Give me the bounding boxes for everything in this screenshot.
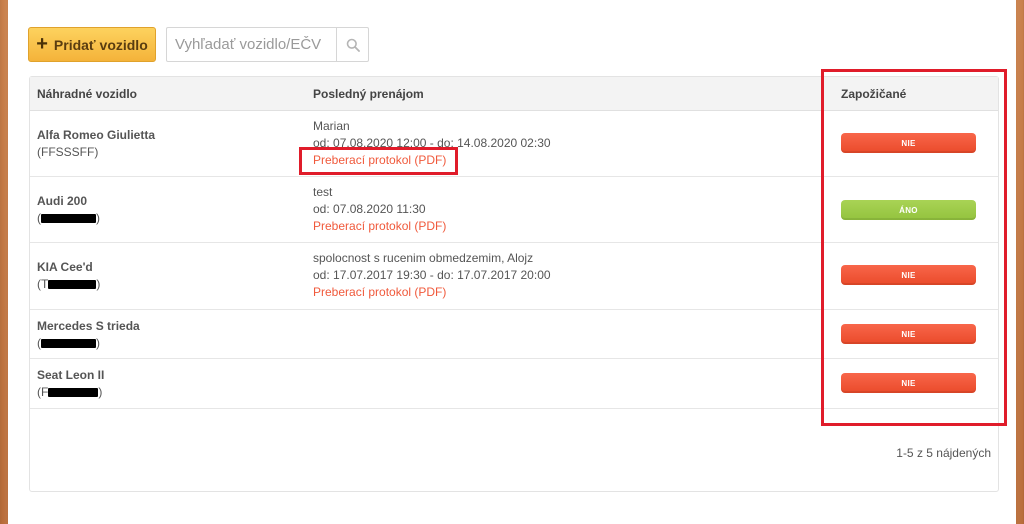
vehicle-plate: (F)	[37, 384, 104, 401]
vehicle-name[interactable]: Mercedes S trieda	[37, 318, 140, 335]
rental-person: test	[313, 185, 333, 199]
redacted-plate	[41, 214, 96, 224]
vehicle-cell: Mercedes S trieda ()	[37, 318, 140, 352]
vehicle-cell: Seat Leon II (F)	[37, 367, 104, 401]
plate-prefix: (F	[37, 385, 49, 399]
search-input[interactable]	[167, 28, 336, 61]
vehicle-cell: KIA Cee'd (T)	[37, 259, 100, 293]
vehicle-name[interactable]: Alfa Romeo Giulietta	[37, 127, 155, 144]
pagination-summary: 1-5 z 5 nájdených	[896, 446, 991, 460]
rental-dates: od: 07.08.2020 11:30	[313, 202, 426, 216]
table-row[interactable]: KIA Cee'd (T) spolocnost s rucenim obmed…	[30, 243, 998, 310]
table-row[interactable]: Mercedes S trieda () NIE	[30, 310, 998, 359]
toolbar: + Pridať vozidlo	[28, 27, 369, 62]
handover-protocol-link[interactable]: Preberací protokol (PDF)	[313, 152, 551, 169]
plate-suffix: )	[96, 277, 101, 291]
status-badge[interactable]: NIE	[841, 265, 976, 285]
plus-icon: +	[36, 32, 48, 55]
search-button[interactable]	[336, 28, 368, 61]
vehicle-plate: (T)	[37, 276, 100, 293]
handover-protocol-link[interactable]: Preberací protokol (PDF)	[313, 218, 446, 235]
main-panel: + Pridať vozidlo Náhradné vozidlo Posled…	[8, 0, 1016, 524]
table-row[interactable]: Seat Leon II (F) NIE	[30, 359, 998, 409]
redacted-plate	[41, 339, 96, 349]
vehicle-name[interactable]: Audi 200	[37, 193, 100, 210]
status-badge[interactable]: NIE	[841, 133, 976, 153]
search-box	[166, 27, 369, 62]
search-icon	[346, 38, 360, 52]
redacted-plate	[48, 388, 99, 398]
rental-person: Marian	[313, 119, 350, 133]
vehicles-table: Náhradné vozidlo Posledný prenájom Zapož…	[29, 76, 999, 492]
rental-dates: od: 07.08.2020 12:00 - do: 14.08.2020 02…	[313, 136, 551, 150]
rental-cell: test od: 07.08.2020 11:30 Preberací prot…	[313, 184, 446, 235]
add-vehicle-label: Pridať vozidlo	[53, 36, 148, 53]
handover-protocol-link[interactable]: Preberací protokol (PDF)	[313, 284, 551, 301]
add-vehicle-button[interactable]: + Pridať vozidlo	[28, 27, 156, 62]
status-badge[interactable]: NIE	[841, 373, 976, 393]
rental-cell: Marian od: 07.08.2020 12:00 - do: 14.08.…	[313, 118, 551, 169]
header-borrowed[interactable]: Zapožičané	[841, 87, 906, 101]
header-last-rental[interactable]: Posledný prenájom	[313, 87, 424, 101]
background-right-edge	[1016, 0, 1024, 524]
table-row[interactable]: Alfa Romeo Giulietta (FFSSSFF) Marian od…	[30, 111, 998, 177]
table-header: Náhradné vozidlo Posledný prenájom Zapož…	[30, 77, 998, 111]
vehicle-plate: ()	[37, 210, 100, 227]
plate-suffix: )	[96, 211, 100, 225]
plate-suffix: )	[96, 336, 100, 350]
status-badge[interactable]: NIE	[841, 324, 976, 344]
background-left-edge	[0, 0, 8, 524]
plate-suffix: )	[98, 385, 103, 399]
rental-person: spolocnost s rucenim obmedzemim, Alojz	[313, 251, 534, 265]
rental-cell: spolocnost s rucenim obmedzemim, Alojz o…	[313, 250, 551, 301]
status-badge[interactable]: ÁNO	[841, 200, 976, 220]
vehicle-name[interactable]: Seat Leon II	[37, 367, 104, 384]
header-vehicle[interactable]: Náhradné vozidlo	[37, 87, 137, 101]
vehicle-cell: Alfa Romeo Giulietta (FFSSSFF)	[37, 127, 155, 161]
rental-dates: od: 17.07.2017 19:30 - do: 17.07.2017 20…	[313, 268, 551, 282]
plate-prefix: (T	[37, 277, 49, 291]
vehicle-plate: ()	[37, 335, 140, 352]
table-row[interactable]: Audi 200 () test od: 07.08.2020 11:30 Pr…	[30, 177, 998, 243]
vehicle-name[interactable]: KIA Cee'd	[37, 259, 100, 276]
vehicle-cell: Audi 200 ()	[37, 193, 100, 227]
vehicle-plate: (FFSSSFF)	[37, 145, 99, 159]
redacted-plate	[48, 280, 97, 290]
